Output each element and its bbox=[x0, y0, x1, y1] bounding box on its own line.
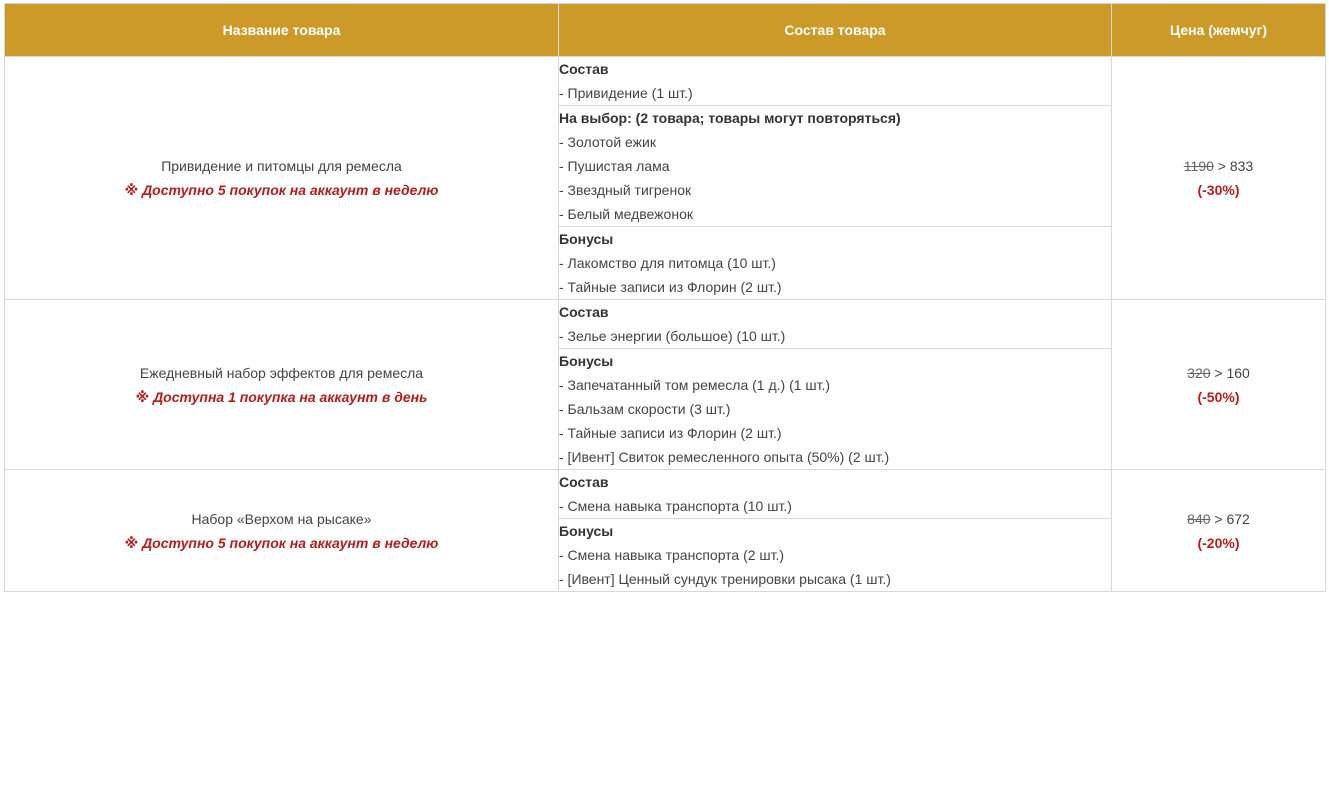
price-cell: 320 > 160 (-50%) bbox=[1111, 299, 1326, 470]
section-item: - Бальзам скорости (3 шт.) bbox=[559, 401, 731, 417]
price-line: 320 > 160 bbox=[1112, 361, 1325, 385]
section-item: - Золотой ежик bbox=[559, 134, 656, 150]
section-item: - [Ивент] Ценный сундук тренировки рысак… bbox=[559, 571, 891, 587]
discount-badge: (-20%) bbox=[1197, 534, 1240, 551]
product-name: Привидение и питомцы для ремесла bbox=[161, 158, 402, 174]
section-item: - Звездный тигренок bbox=[559, 182, 692, 198]
new-price: 672 bbox=[1226, 510, 1250, 527]
shop-table: Название товара Состав товара Цена (жемч… bbox=[4, 3, 1326, 592]
section-item: - Лакомство для питомца (10 шт.) bbox=[559, 255, 776, 271]
purchase-limit-note: ※ Доступно 5 покупок на аккаунт в неделю bbox=[124, 182, 439, 198]
section-item: - Смена навыка транспорта (10 шт.) bbox=[559, 498, 792, 514]
section-item: - Тайные записи из Флорин (2 шт.) bbox=[559, 279, 782, 295]
section-item: - Привидение (1 шт.) bbox=[559, 85, 693, 101]
product-name: Ежедневный набор эффектов для ремесла bbox=[139, 364, 424, 381]
old-price: 320 bbox=[1187, 364, 1211, 381]
section-item: - Пушистая лама bbox=[559, 158, 670, 174]
old-price: 1190 bbox=[1183, 158, 1214, 174]
new-price: 160 bbox=[1226, 364, 1250, 381]
section-title: Состав bbox=[559, 474, 609, 490]
composition-section: Состав - Смена навыка транспорта (10 шт.) bbox=[558, 469, 1112, 519]
section-item: - Зелье энергии (большое) (10 шт.) bbox=[559, 328, 786, 344]
section-item: - Запечатанный том ремесла (1 д.) (1 шт.… bbox=[559, 377, 831, 393]
composition-section: На выбор: (2 товара; товары могут повтор… bbox=[558, 105, 1112, 227]
product-name-cell: Привидение и питомцы для ремесла ※ Доступ… bbox=[4, 56, 559, 300]
table-header-row: Название товара Состав товара Цена (жемч… bbox=[4, 3, 1326, 57]
section-title: Бонусы bbox=[559, 353, 614, 369]
price-separator: > bbox=[1213, 158, 1230, 174]
table-row: Ежедневный набор эффектов для ремесла ※ Д… bbox=[4, 299, 1326, 470]
purchase-limit-note: ※ Доступна 1 покупка на аккаунт в день bbox=[135, 388, 428, 405]
discount-badge: (-30%) bbox=[1197, 182, 1240, 198]
section-item: - Смена навыка транспорта (2 шт.) bbox=[559, 547, 785, 563]
section-item: - Тайные записи из Флорин (2 шт.) bbox=[559, 425, 782, 441]
product-name: Набор «Верхом на рысаке» bbox=[191, 510, 372, 527]
price-line: 840 > 672 bbox=[1112, 507, 1325, 531]
price-cell: 1190 > 833 (-30%) bbox=[1111, 56, 1326, 300]
price-separator: > bbox=[1210, 364, 1227, 381]
composition-section: Бонусы - Запечатанный том ремесла (1 д.) … bbox=[558, 348, 1112, 470]
section-title: Бонусы bbox=[559, 523, 614, 539]
discount-badge: (-50%) bbox=[1197, 388, 1240, 405]
header-composition: Состав товара bbox=[558, 3, 1112, 57]
price-separator: > bbox=[1210, 510, 1227, 527]
section-title: Состав bbox=[559, 304, 609, 320]
table-row: Набор «Верхом на рысаке» ※ Доступно 5 пок… bbox=[4, 469, 1326, 592]
new-price: 833 bbox=[1229, 158, 1254, 174]
composition-section: Бонусы - Смена навыка транспорта (2 шт.) -… bbox=[558, 518, 1112, 592]
header-name: Название товара bbox=[4, 3, 559, 57]
purchase-limit-note: ※ Доступно 5 покупок на аккаунт в неделю bbox=[124, 534, 439, 551]
price-cell: 840 > 672 (-20%) bbox=[1111, 469, 1326, 592]
old-price: 840 bbox=[1187, 510, 1211, 527]
composition-section: Состав - Зелье энергии (большое) (10 шт.) bbox=[558, 299, 1112, 349]
table-body: Привидение и питомцы для ремесла ※ Доступ… bbox=[4, 56, 1326, 592]
section-item: - [Ивент] Свиток ремесленного опыта (50%… bbox=[559, 449, 890, 465]
table-row: Привидение и питомцы для ремесла ※ Доступ… bbox=[4, 56, 1326, 300]
product-name-cell: Ежедневный набор эффектов для ремесла ※ Д… bbox=[4, 299, 559, 470]
section-item: - Белый медвежонок bbox=[559, 206, 693, 222]
section-title: Бонусы bbox=[559, 231, 614, 247]
composition-section: Бонусы - Лакомство для питомца (10 шт.) - … bbox=[558, 226, 1112, 300]
product-name-cell: Набор «Верхом на рысаке» ※ Доступно 5 пок… bbox=[4, 469, 559, 592]
composition-section: Состав - Привидение (1 шт.) bbox=[558, 56, 1112, 106]
price-line: 1190 > 833 bbox=[1112, 154, 1325, 178]
header-price: Цена (жемчуг) bbox=[1111, 3, 1326, 57]
section-title: На выбор: (2 товара; товары могут повтор… bbox=[559, 110, 901, 126]
section-title: Состав bbox=[559, 61, 609, 77]
